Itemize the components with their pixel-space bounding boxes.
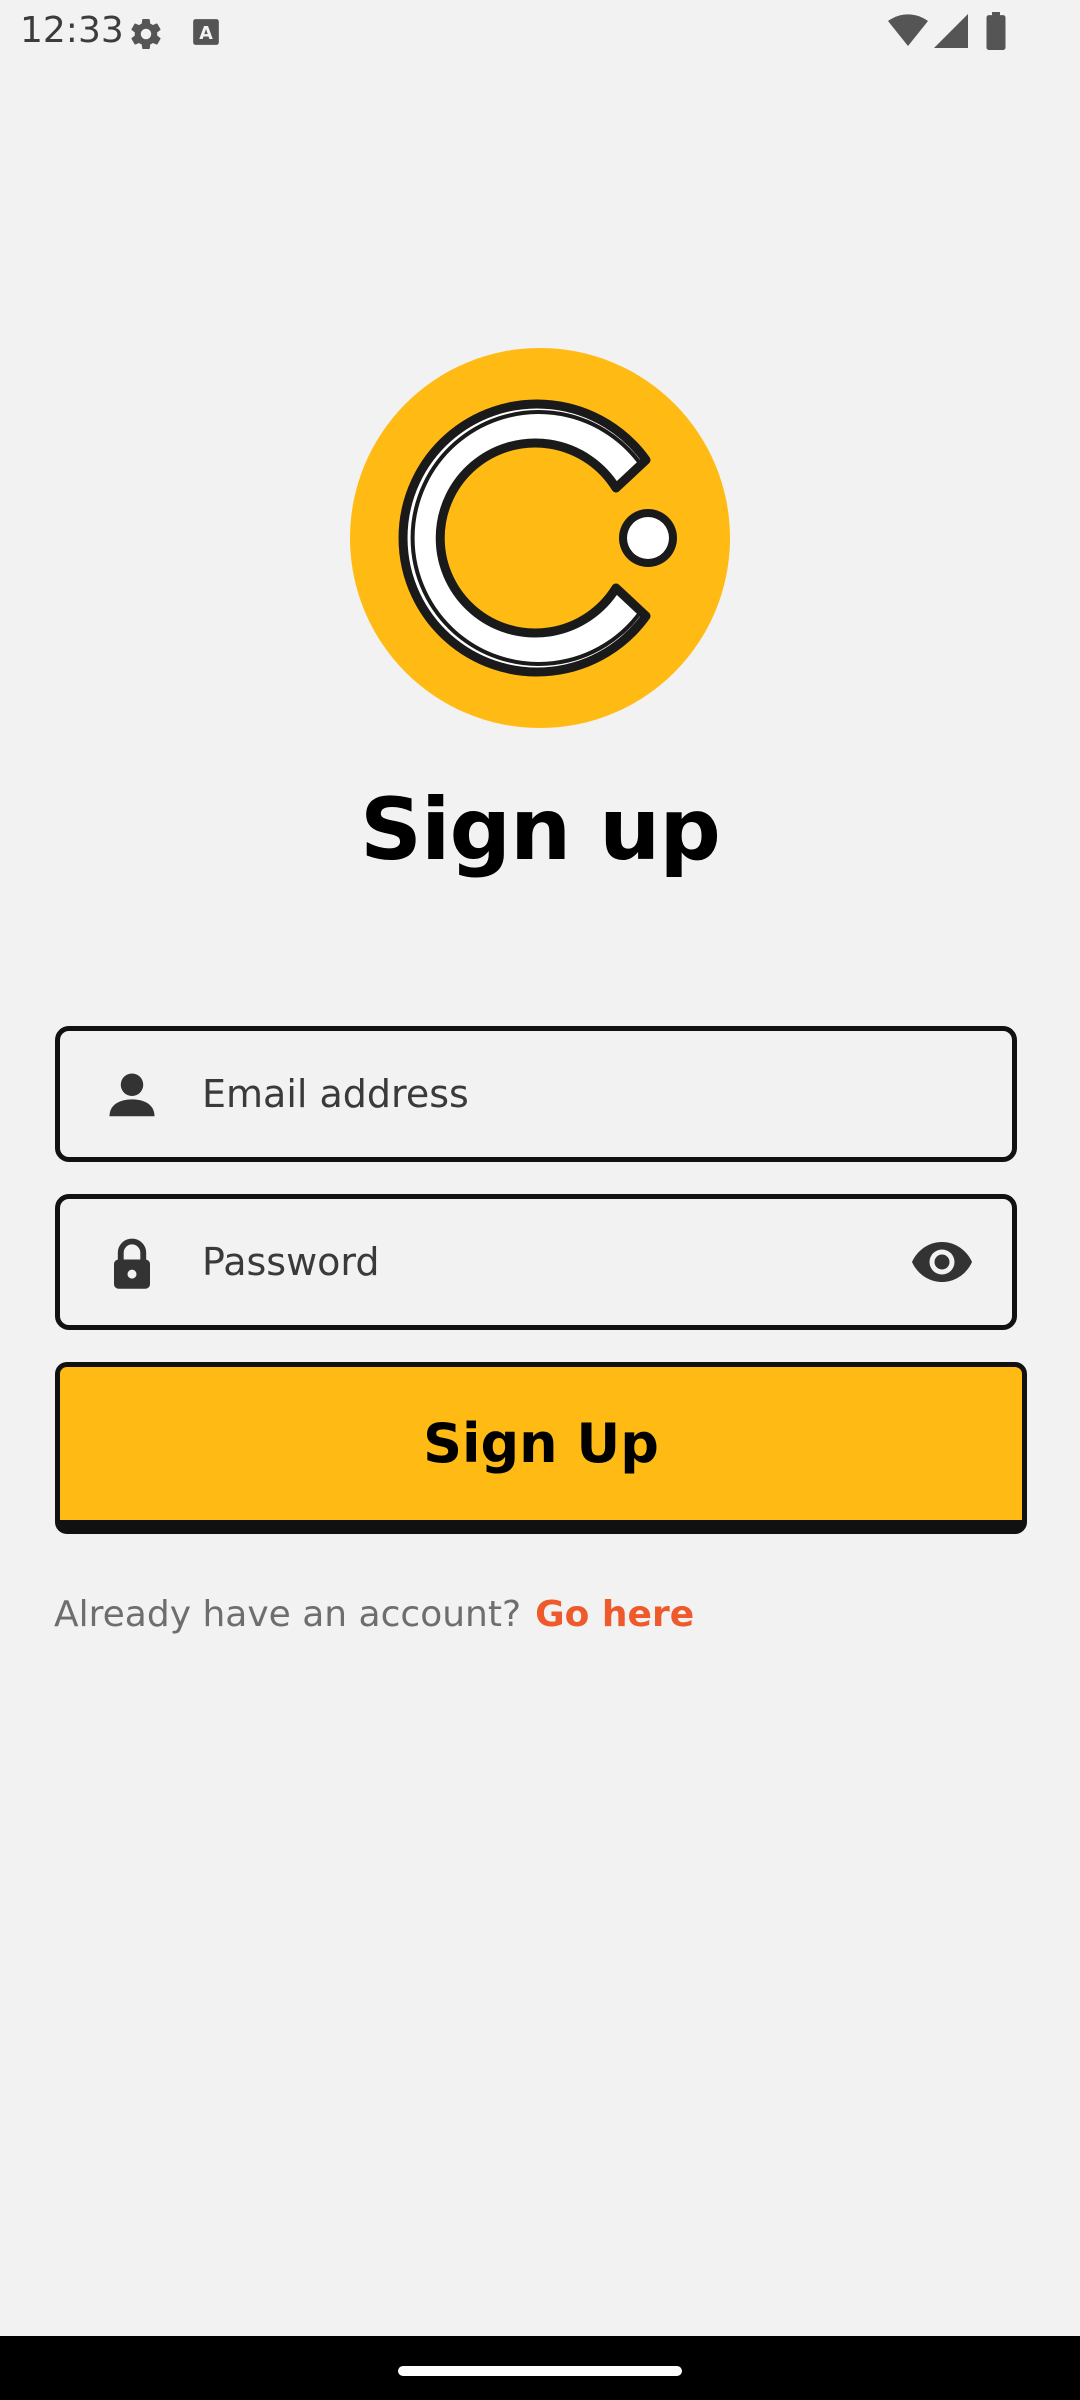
sign-up-button[interactable]: Sign Up: [55, 1362, 1027, 1534]
home-handle[interactable]: [398, 2366, 682, 2376]
svg-text:A: A: [199, 24, 213, 44]
wifi-icon: [888, 14, 928, 47]
navigation-bar: [0, 2336, 1080, 2400]
login-prompt-row: Already have an account? Go here: [54, 1594, 694, 1635]
email-input[interactable]: [202, 1031, 902, 1157]
page-title: Sign up: [360, 780, 721, 880]
status-time: 12:33: [20, 10, 124, 51]
person-icon: [109, 1073, 155, 1117]
c-logo-icon: [350, 348, 730, 728]
password-input[interactable]: [202, 1199, 902, 1325]
status-bar: 12:33 A: [0, 0, 1080, 64]
email-field[interactable]: [55, 1026, 1017, 1162]
battery-icon: [986, 12, 1006, 50]
login-prompt-text: Already have an account?: [54, 1594, 522, 1635]
eye-icon[interactable]: [912, 1237, 972, 1287]
signal-icon: [934, 14, 968, 48]
keyboard-a-icon: A: [193, 19, 219, 45]
lock-icon: [114, 1238, 150, 1289]
password-field[interactable]: [55, 1194, 1017, 1330]
gear-icon: [131, 19, 161, 50]
go-here-link[interactable]: Go here: [535, 1594, 694, 1635]
